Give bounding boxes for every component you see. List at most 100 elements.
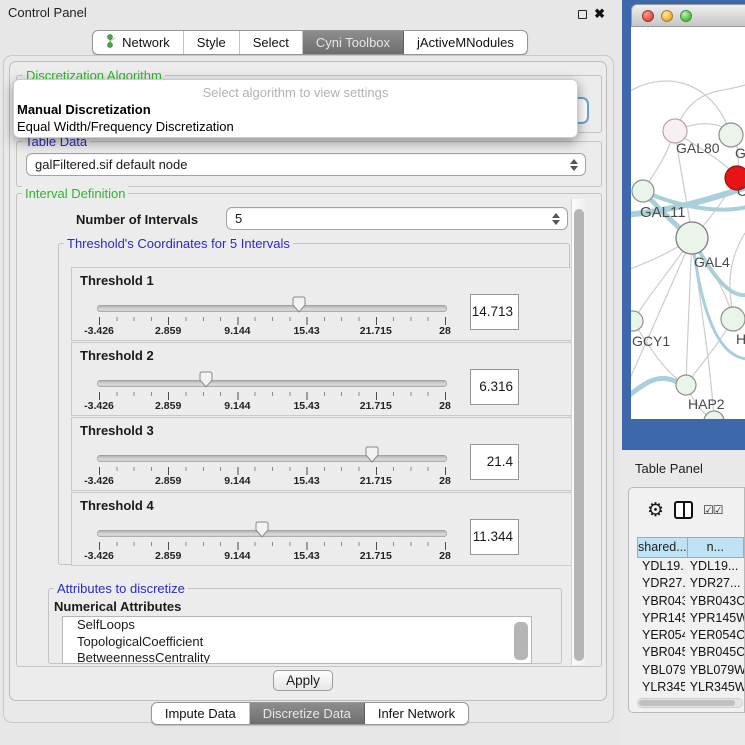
node-gal11[interactable] — [632, 180, 654, 202]
table-data-value: galFiltered.sif default node — [35, 157, 187, 172]
table-toolbar: ⚙ ☑☑ — [629, 488, 744, 532]
cell: YPR145W — [637, 610, 685, 627]
node-bottom[interactable] — [704, 411, 724, 419]
column-header-name[interactable]: n... — [688, 537, 744, 558]
node-gcy1[interactable] — [631, 311, 643, 331]
node-top-right[interactable] — [719, 123, 743, 147]
threshold-value-field[interactable]: 6.316 — [470, 369, 519, 405]
table-row[interactable]: YPR145WYPR145W — [637, 610, 744, 627]
list-scrollbar[interactable] — [514, 622, 528, 660]
tab-discretize-data[interactable]: Discretize Data — [250, 703, 365, 724]
slider-track[interactable] — [97, 380, 447, 387]
threshold-4-panel: Threshold 4 -3.426 2.859 9.144 15.43 21.… — [71, 492, 575, 566]
table-row[interactable]: YER054CYER054C — [637, 627, 744, 644]
tab-select[interactable]: Select — [240, 31, 303, 54]
network-canvas[interactable]: GAL80 GA C GAL11 GAL4 GCY1 H HAP2 — [631, 27, 745, 419]
slider-thumb[interactable] — [199, 371, 214, 393]
dropdown-hint: Select algorithm to view settings — [14, 85, 577, 100]
cell: YDR27... — [637, 575, 685, 592]
num-intervals-combobox[interactable]: 5 — [226, 207, 568, 230]
dropdown-option-equal-width[interactable]: Equal Width/Frequency Discretization — [17, 119, 234, 134]
tab-label: Discretize Data — [263, 706, 351, 721]
tick-label: 9.144 — [224, 550, 250, 562]
table-row[interactable]: YDL19...YDL19... — [637, 558, 744, 575]
threshold-value-field[interactable]: 14.713 — [470, 294, 519, 330]
node-label-gcy1: GCY1 — [632, 333, 670, 349]
table-row[interactable]: YDR27...YDR27... — [637, 575, 744, 592]
tab-style[interactable]: Style — [184, 31, 240, 54]
table-hscrollbar[interactable] — [637, 698, 743, 708]
tab-label: Infer Network — [378, 706, 455, 721]
zoom-traffic-light-icon[interactable] — [680, 10, 692, 22]
tab-infer-network[interactable]: Infer Network — [365, 703, 468, 724]
tab-network[interactable]: Network — [93, 31, 184, 54]
node-label-partial-ga: GA — [735, 145, 745, 161]
close-icon[interactable]: ✖ — [594, 9, 605, 19]
node-label-partial-c: C — [737, 183, 745, 199]
list-item[interactable]: SelfLoops — [63, 617, 531, 634]
threshold-value-field[interactable]: 11.344 — [470, 519, 519, 555]
table-row[interactable]: YBR043CYBR043C — [637, 593, 744, 610]
split-columns-icon[interactable] — [674, 501, 693, 519]
list-item[interactable]: TopologicalCoefficient — [63, 634, 531, 651]
table-panel: Table Panel ⚙ ☑☑ shared... n... YDL19...… — [620, 450, 745, 745]
slider-thumb[interactable] — [254, 521, 269, 543]
tick-label: 21.715 — [360, 400, 392, 412]
tab-jactivemnodules[interactable]: jActiveMNodules — [404, 31, 527, 54]
close-traffic-light-icon[interactable] — [642, 10, 654, 22]
cell: YDL19... — [637, 558, 685, 575]
table-data-combobox[interactable]: galFiltered.sif default node — [26, 153, 586, 176]
slider-track[interactable] — [97, 455, 447, 462]
table-row[interactable]: YBR045CYBR045C — [637, 644, 744, 661]
slider-thumb[interactable] — [291, 296, 306, 318]
tab-label: Network — [122, 35, 170, 50]
slider-track[interactable] — [97, 305, 447, 312]
cell: YER054C — [685, 627, 744, 644]
num-intervals-label: Number of Intervals — [76, 212, 198, 227]
group-title-thresholds: Threshold's Coordinates for 5 Intervals — [64, 236, 293, 251]
scroll-track[interactable] — [571, 199, 586, 665]
tab-label: Cyni Toolbox — [316, 35, 390, 50]
gear-icon[interactable]: ⚙ — [647, 501, 664, 520]
tab-label: Select — [253, 35, 289, 50]
slider-thumb[interactable] — [365, 446, 380, 468]
tick-label: 15.43 — [293, 550, 319, 562]
cell: YLR345W — [685, 679, 744, 696]
table-row[interactable]: YLR345WYLR345W — [637, 679, 744, 696]
select-columns-icon[interactable]: ☑☑ — [703, 503, 723, 517]
dropdown-option-manual[interactable]: Manual Discretization — [17, 102, 151, 117]
node-label-partial-h: H — [736, 331, 745, 347]
table-header-row: shared... n... — [637, 537, 744, 558]
threshold-1-panel: Threshold 1 -3.426 2.859 9.144 15.43 21.… — [71, 267, 575, 341]
network-graph: GAL80 GA C GAL11 GAL4 GCY1 H HAP2 — [631, 27, 745, 419]
node-gal4[interactable] — [676, 222, 708, 254]
table-row[interactable]: YBL079WYBL079W — [637, 662, 744, 679]
tab-cyni-toolbox[interactable]: Cyni Toolbox — [303, 31, 404, 54]
cell: YBL079W — [685, 662, 744, 679]
tick-label: -3.426 — [84, 325, 114, 337]
threshold-value-field[interactable]: 21.4 — [470, 444, 519, 480]
node-label-hap2: HAP2 — [688, 396, 725, 412]
num-intervals-value: 5 — [235, 211, 242, 226]
tab-impute-data[interactable]: Impute Data — [152, 703, 250, 724]
stepper-icon — [570, 159, 578, 171]
float-window-icon[interactable] — [578, 10, 587, 19]
tick-label: -3.426 — [84, 550, 114, 562]
slider-track[interactable] — [97, 530, 447, 537]
scrollbar-thumb[interactable] — [574, 209, 584, 661]
network-window-titlebar[interactable] — [631, 4, 745, 27]
node-hap2[interactable] — [676, 375, 696, 395]
column-header-shared-name[interactable]: shared... — [637, 537, 688, 558]
apply-button[interactable]: Apply — [273, 670, 333, 691]
minimize-traffic-light-icon[interactable] — [661, 10, 673, 22]
node-right[interactable] — [721, 307, 745, 331]
slider-major-ticks — [99, 317, 446, 325]
list-item[interactable]: BetweennessCentrality — [63, 650, 531, 664]
scrollbar-thumb[interactable] — [639, 700, 735, 706]
attributes-list[interactable]: SelfLoops TopologicalCoefficient Between… — [62, 616, 532, 664]
top-tab-bar: Network Style Select Cyni Toolbox jActiv… — [0, 30, 620, 55]
tick-label: 28 — [439, 550, 451, 562]
network-view-window[interactable]: GAL80 GA C GAL11 GAL4 GCY1 H HAP2 — [622, 0, 745, 450]
tick-label: 28 — [439, 475, 451, 487]
panel-title: Control Panel — [8, 5, 87, 20]
